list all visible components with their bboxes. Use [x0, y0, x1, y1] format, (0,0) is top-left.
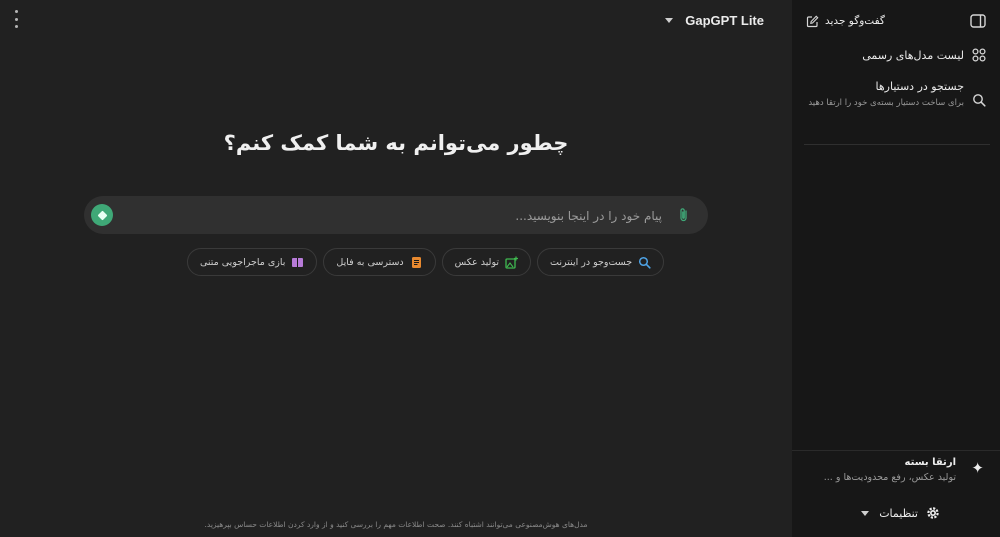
settings-button[interactable]: تنظیمات [861, 506, 940, 520]
sidebar-item-subtitle: برای ساخت دستیار بسته‌ی خود را ارتقا دهی… [808, 98, 964, 108]
chip-label: تولید عکس [454, 256, 500, 268]
gear-icon [926, 506, 940, 520]
file-icon [410, 256, 423, 269]
sidebar-header: گفت‌وگو جدید [806, 12, 986, 30]
upgrade-subtitle: تولید عکس، رفع محدودیت‌ها و ... [823, 472, 956, 483]
sidebar-toggle-icon[interactable] [970, 14, 986, 28]
composer [84, 196, 708, 234]
chip-text-adventure[interactable]: بازی ماجراجویی متنی [187, 248, 318, 276]
upgrade-plan-button[interactable]: ✦ ارتقا بسته تولید عکس، رفع محدودیت‌ها و… [792, 450, 1000, 499]
sidebar-item-search[interactable]: جستجو در دستیارها برای ساخت دستیار بسته‌… [806, 80, 986, 110]
new-chat-button[interactable]: گفت‌وگو جدید [806, 15, 885, 28]
chevron-down-icon [665, 17, 674, 23]
sidebar-item-label: جستجو در دستیارها [875, 80, 965, 93]
sidebar: گفت‌وگو جدید لیست مدل‌های رسمی جستجو در … [792, 0, 1000, 537]
sidebar-item-models[interactable]: لیست مدل‌های رسمی [862, 48, 986, 62]
chip-file-access[interactable]: دسترسی به فایل [323, 248, 436, 276]
page-title: چطور می‌توانم به شما کمک کنم؟ [223, 131, 569, 155]
main-panel: GapGPT Lite چطور می‌توانم به شما کمک کنم… [0, 0, 792, 537]
search-icon [972, 93, 986, 107]
model-name: GapGPT Lite [685, 12, 764, 28]
settings-label: تنظیمات [879, 506, 918, 520]
suggestion-chips: بازی ماجراجویی متنی دسترسی به فایل تولید… [187, 248, 665, 276]
search-icon [638, 256, 651, 269]
book-icon [291, 256, 304, 269]
disclaimer: مدل‌های هوش‌مصنوعی می‌توانند اشتباه کنند… [204, 520, 588, 529]
send-icon [97, 210, 107, 220]
send-button[interactable] [91, 204, 113, 226]
new-chat-label: گفت‌وگو جدید [825, 15, 885, 27]
sparkle-icon: ✦ [971, 459, 984, 477]
image-plus-icon [505, 256, 519, 269]
chip-web-search[interactable]: جست‌وجو در اینترنت [537, 248, 665, 276]
chip-image-generation[interactable]: تولید عکس [441, 248, 532, 276]
chevron-down-icon [861, 510, 870, 516]
upgrade-title: ارتقا بسته [904, 457, 956, 468]
chip-label: دسترسی به فایل [336, 256, 404, 268]
sidebar-item-label: لیست مدل‌های رسمی [862, 48, 964, 62]
grid-icon [972, 48, 986, 62]
chip-label: جست‌وجو در اینترنت [550, 256, 633, 268]
more-options-icon[interactable] [10, 10, 22, 28]
message-input[interactable] [140, 202, 664, 230]
divider [804, 144, 990, 145]
model-selector[interactable]: GapGPT Lite [665, 10, 764, 30]
attach-icon[interactable] [677, 207, 691, 223]
chip-label: بازی ماجراجویی متنی [200, 256, 286, 268]
edit-icon [806, 15, 819, 28]
